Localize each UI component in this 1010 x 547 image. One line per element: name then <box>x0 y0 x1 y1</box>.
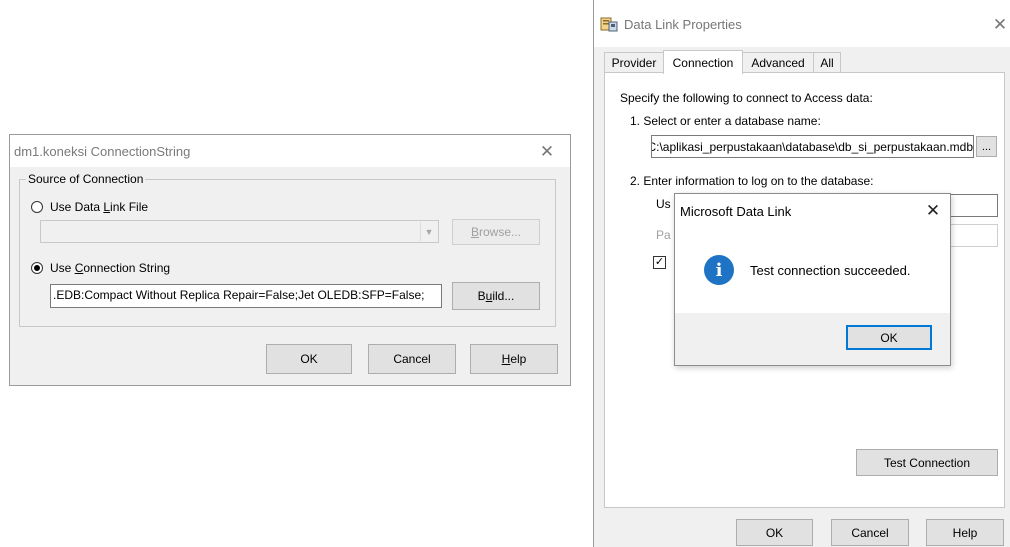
message-box-close-icon[interactable]: ✕ <box>920 200 946 222</box>
password-input[interactable] <box>947 224 998 247</box>
use-data-link-file-label[interactable]: Use Data Link File <box>50 200 148 214</box>
dlp-cancel-button[interactable]: Cancel <box>831 519 909 546</box>
use-connection-string-label[interactable]: Use Connection String <box>50 261 170 275</box>
data-link-app-icon <box>600 17 618 32</box>
dlp-title: Data Link Properties <box>624 17 742 32</box>
username-label: Us <box>656 197 671 211</box>
username-input[interactable] <box>947 194 998 217</box>
build-button[interactable]: Build... <box>452 282 540 310</box>
connection-intro-text: Specify the following to connect to Acce… <box>620 91 873 105</box>
password-label: Pa <box>656 228 671 242</box>
dlp-ok-button[interactable]: OK <box>736 519 813 546</box>
info-icon: i <box>704 255 734 285</box>
test-connection-button[interactable]: Test Connection <box>856 449 998 476</box>
message-text: Test connection succeeded. <box>750 263 911 278</box>
message-box-ok-button[interactable]: OK <box>846 325 932 350</box>
connection-string-dialog: dm1.koneksi ConnectionString ✕ Source of… <box>9 134 571 386</box>
database-browse-button[interactable]: ... <box>976 136 997 157</box>
use-connection-string-radio[interactable] <box>31 262 43 274</box>
cs-close-icon[interactable]: ✕ <box>532 141 562 163</box>
tab-connection[interactable]: Connection <box>663 50 743 74</box>
blank-password-checkbox[interactable]: ✓ <box>653 256 666 269</box>
browse-button[interactable]: Browse... <box>452 219 540 245</box>
cs-titlebar: dm1.koneksi ConnectionString ✕ <box>10 135 570 167</box>
cs-help-button[interactable]: Help <box>470 344 558 374</box>
cs-ok-button[interactable]: OK <box>266 344 352 374</box>
message-box-footer: OK <box>675 313 950 365</box>
tab-advanced[interactable]: Advanced <box>742 52 814 72</box>
message-box-title: Microsoft Data Link <box>680 204 792 219</box>
chevron-down-icon[interactable]: ▼ <box>420 222 437 241</box>
tab-all[interactable]: All <box>813 52 841 72</box>
cs-cancel-button[interactable]: Cancel <box>368 344 456 374</box>
use-data-link-file-radio[interactable] <box>31 201 43 213</box>
tab-provider[interactable]: Provider <box>604 52 664 72</box>
step2-label: 2. Enter information to log on to the da… <box>630 174 874 188</box>
data-link-file-combo[interactable]: ▼ <box>40 220 439 243</box>
test-connection-message-box: Microsoft Data Link ✕ i Test connection … <box>674 193 951 366</box>
dlp-help-button[interactable]: Help <box>926 519 1004 546</box>
source-of-connection-label: Source of Connection <box>26 172 146 186</box>
dlp-titlebar: Data Link Properties ✕ <box>594 0 1010 47</box>
step1-label: 1. Select or enter a database name: <box>630 114 821 128</box>
connection-string-input[interactable]: .EDB:Compact Without Replica Repair=Fals… <box>50 284 442 308</box>
dlp-close-icon[interactable]: ✕ <box>989 13 1010 37</box>
database-name-input[interactable]: C:\aplikasi_perpustakaan\database\db_si_… <box>651 135 974 158</box>
cs-title: dm1.koneksi ConnectionString <box>14 144 191 159</box>
